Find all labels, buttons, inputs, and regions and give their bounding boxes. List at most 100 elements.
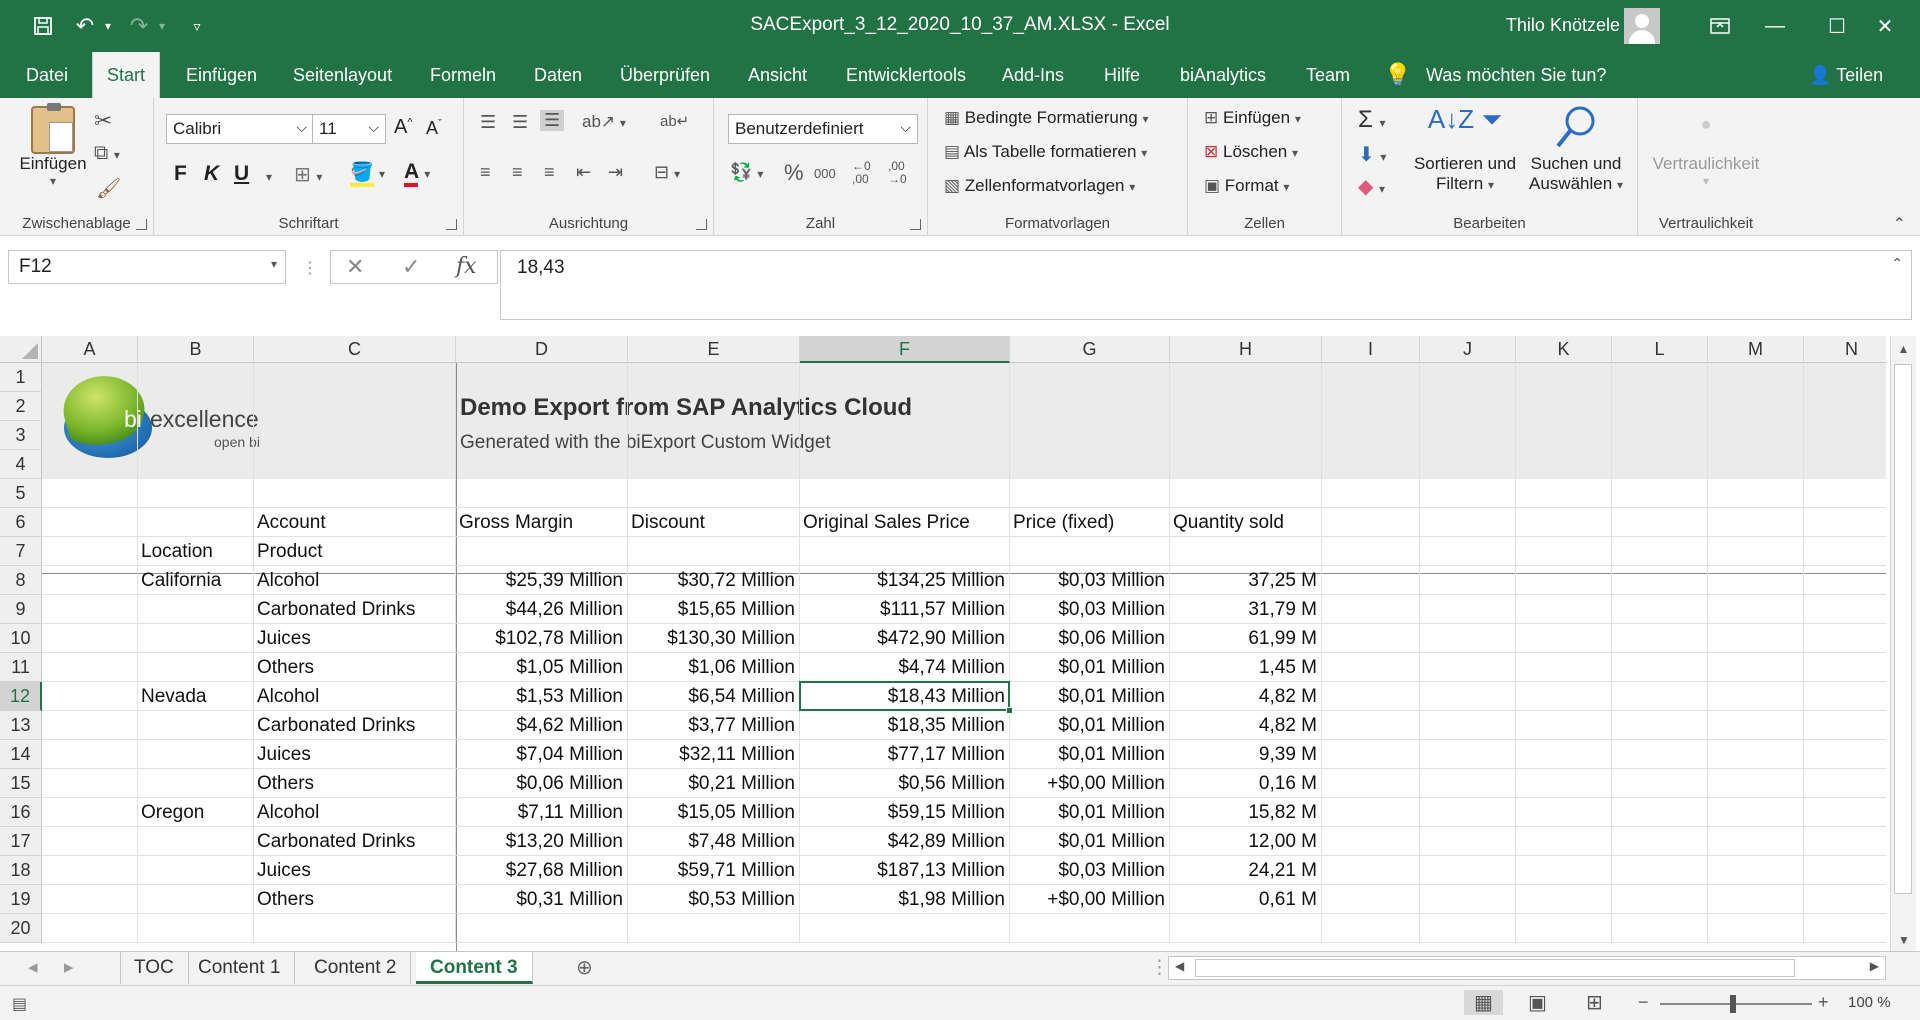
report-title[interactable]: Demo Export from SAP Analytics Cloud [460, 394, 912, 422]
data-cell[interactable]: 0,61 M [1173, 889, 1321, 911]
insert-function-icon[interactable]: fx [456, 254, 477, 279]
tab-seitenlayout[interactable]: Seitenlayout [279, 52, 406, 98]
account-label[interactable]: Account [257, 512, 326, 534]
sheet-tab-toc[interactable]: TOC [120, 952, 189, 984]
data-cell[interactable]: $0,53 Million [631, 889, 799, 911]
scroll-up-icon[interactable]: ▲ [1891, 342, 1916, 356]
data-cell[interactable]: $15,65 Million [631, 599, 799, 621]
wrap-text-icon[interactable]: ab↵ [660, 112, 689, 130]
measure-header-quantity-sold[interactable]: Quantity sold [1173, 512, 1284, 534]
data-cell[interactable]: $7,11 Million [459, 802, 627, 824]
horizontal-scrollbar[interactable]: ◀ ▶ [1168, 956, 1886, 980]
column-header-d[interactable]: D [456, 336, 628, 363]
location-label[interactable]: Location [141, 541, 213, 563]
row-header-4[interactable]: 4 [0, 450, 42, 479]
zoom-out-icon[interactable]: − [1638, 992, 1649, 1013]
column-header-n[interactable]: N [1804, 336, 1886, 363]
data-cell[interactable]: $30,72 Million [631, 570, 799, 592]
row-header-13[interactable]: 13 [0, 711, 42, 740]
data-cell[interactable]: $472,90 Million [803, 628, 1009, 650]
font-color-icon[interactable]: A ▾ [404, 160, 430, 187]
clipboard-launcher-icon[interactable] [136, 219, 147, 230]
data-cell[interactable]: +$0,00 Million [1013, 773, 1169, 795]
data-cell[interactable]: $6,54 Million [631, 686, 799, 708]
data-cell[interactable]: 4,82 M [1173, 715, 1321, 737]
data-cell[interactable]: +$0,00 Million [1013, 889, 1169, 911]
row-header-10[interactable]: 10 [0, 624, 42, 653]
column-header-k[interactable]: K [1516, 336, 1612, 363]
data-cell[interactable]: $1,05 Million [459, 657, 627, 679]
row-header-14[interactable]: 14 [0, 740, 42, 769]
column-header-h[interactable]: H [1170, 336, 1322, 363]
data-cell[interactable]: 31,79 M [1173, 599, 1321, 621]
data-cell[interactable]: $3,77 Million [631, 715, 799, 737]
sheet-next-icon[interactable]: ▸ [50, 952, 88, 984]
product-label[interactable]: Product [257, 541, 322, 563]
data-cell[interactable]: $0,56 Million [803, 773, 1009, 795]
scroll-thumb[interactable] [1894, 364, 1912, 894]
data-cell[interactable]: $15,05 Million [631, 802, 799, 824]
data-cell[interactable]: $0,01 Million [1013, 744, 1169, 766]
row-header-18[interactable]: 18 [0, 856, 42, 885]
worksheet-grid[interactable]: bi excellence open bi Demo Export from S… [0, 336, 1886, 951]
align-center-icon[interactable]: ≡ [512, 162, 523, 183]
data-cell[interactable]: $13,20 Million [459, 831, 627, 853]
data-cell[interactable]: $0,01 Million [1013, 831, 1169, 853]
sheet-prev-icon[interactable]: ◂ [14, 952, 52, 984]
scroll-left-icon[interactable]: ◀ [1175, 959, 1184, 973]
page-break-view-icon[interactable]: ⊞ [1586, 990, 1603, 1015]
data-cell[interactable]: $25,39 Million [459, 570, 627, 592]
data-cell[interactable]: $7,04 Million [459, 744, 627, 766]
product-cell[interactable]: Juices [257, 628, 311, 650]
report-subtitle[interactable]: Generated with the biExport Custom Widge… [460, 432, 831, 454]
product-cell[interactable]: Alcohol [257, 686, 319, 708]
autosum-icon[interactable]: Σ ▾ [1358, 106, 1386, 134]
zoom-in-icon[interactable]: + [1818, 992, 1829, 1013]
sheet-tab-content-3[interactable]: Content 3 [416, 952, 533, 984]
data-cell[interactable]: $0,01 Million [1013, 715, 1169, 737]
tab-add-ins[interactable]: Add-Ins [988, 52, 1078, 98]
data-cell[interactable]: $1,98 Million [803, 889, 1009, 911]
grow-font-icon[interactable]: A^ [394, 116, 413, 139]
align-middle-icon[interactable]: ☰ [512, 112, 528, 133]
tell-me-search[interactable]: Was möchten Sie tun? [1412, 52, 1620, 98]
tab-datei[interactable]: Datei [12, 52, 82, 98]
product-cell[interactable]: Alcohol [257, 570, 319, 592]
add-sheet-icon[interactable]: ⊕ [562, 952, 607, 984]
formula-input[interactable]: 18,43 ⌃ [500, 250, 1912, 320]
number-launcher-icon[interactable] [910, 219, 921, 230]
name-box[interactable]: F12 ▾ [8, 250, 286, 284]
data-cell[interactable]: $0,03 Million [1013, 599, 1169, 621]
data-cell[interactable]: $130,30 Million [631, 628, 799, 650]
data-cell[interactable]: 37,25 M [1173, 570, 1321, 592]
row-header-15[interactable]: 15 [0, 769, 42, 798]
row-header-6[interactable]: 6 [0, 508, 42, 537]
data-cell[interactable]: $0,21 Million [631, 773, 799, 795]
underline-dropdown-icon[interactable]: ▾ [266, 170, 272, 184]
product-cell[interactable]: Juices [257, 744, 311, 766]
merge-center-icon[interactable]: ⊟ ▾ [654, 162, 680, 183]
row-header-19[interactable]: 19 [0, 885, 42, 914]
data-cell[interactable]: $0,01 Million [1013, 657, 1169, 679]
fill-icon[interactable]: ⬇ ▾ [1358, 142, 1386, 167]
data-cell[interactable]: $0,03 Million [1013, 860, 1169, 882]
column-header-l[interactable]: L [1612, 336, 1708, 363]
column-header-e[interactable]: E [628, 336, 800, 363]
column-header-f[interactable]: F [800, 336, 1010, 363]
row-header-8[interactable]: 8 [0, 566, 42, 595]
tab-daten[interactable]: Daten [520, 52, 596, 98]
data-cell[interactable]: $4,62 Million [459, 715, 627, 737]
share-button[interactable]: 👤 Teilen [1795, 52, 1897, 98]
enter-icon[interactable]: ✓ [402, 254, 420, 280]
currency-format-icon[interactable]: 💱 ▾ [730, 162, 763, 183]
row-header-12[interactable]: 12 [0, 682, 42, 711]
scroll-down-icon[interactable]: ▼ [1891, 933, 1917, 947]
data-cell[interactable]: $32,11 Million [631, 744, 799, 766]
data-cell[interactable]: 24,21 M [1173, 860, 1321, 882]
zoom-level[interactable]: 100 % [1848, 994, 1891, 1011]
shrink-font-icon[interactable]: Aˇ [426, 118, 442, 139]
bold-button[interactable]: F [174, 162, 187, 186]
data-cell[interactable]: $0,03 Million [1013, 570, 1169, 592]
data-cell[interactable]: $42,89 Million [803, 831, 1009, 853]
data-cell[interactable]: $77,17 Million [803, 744, 1009, 766]
